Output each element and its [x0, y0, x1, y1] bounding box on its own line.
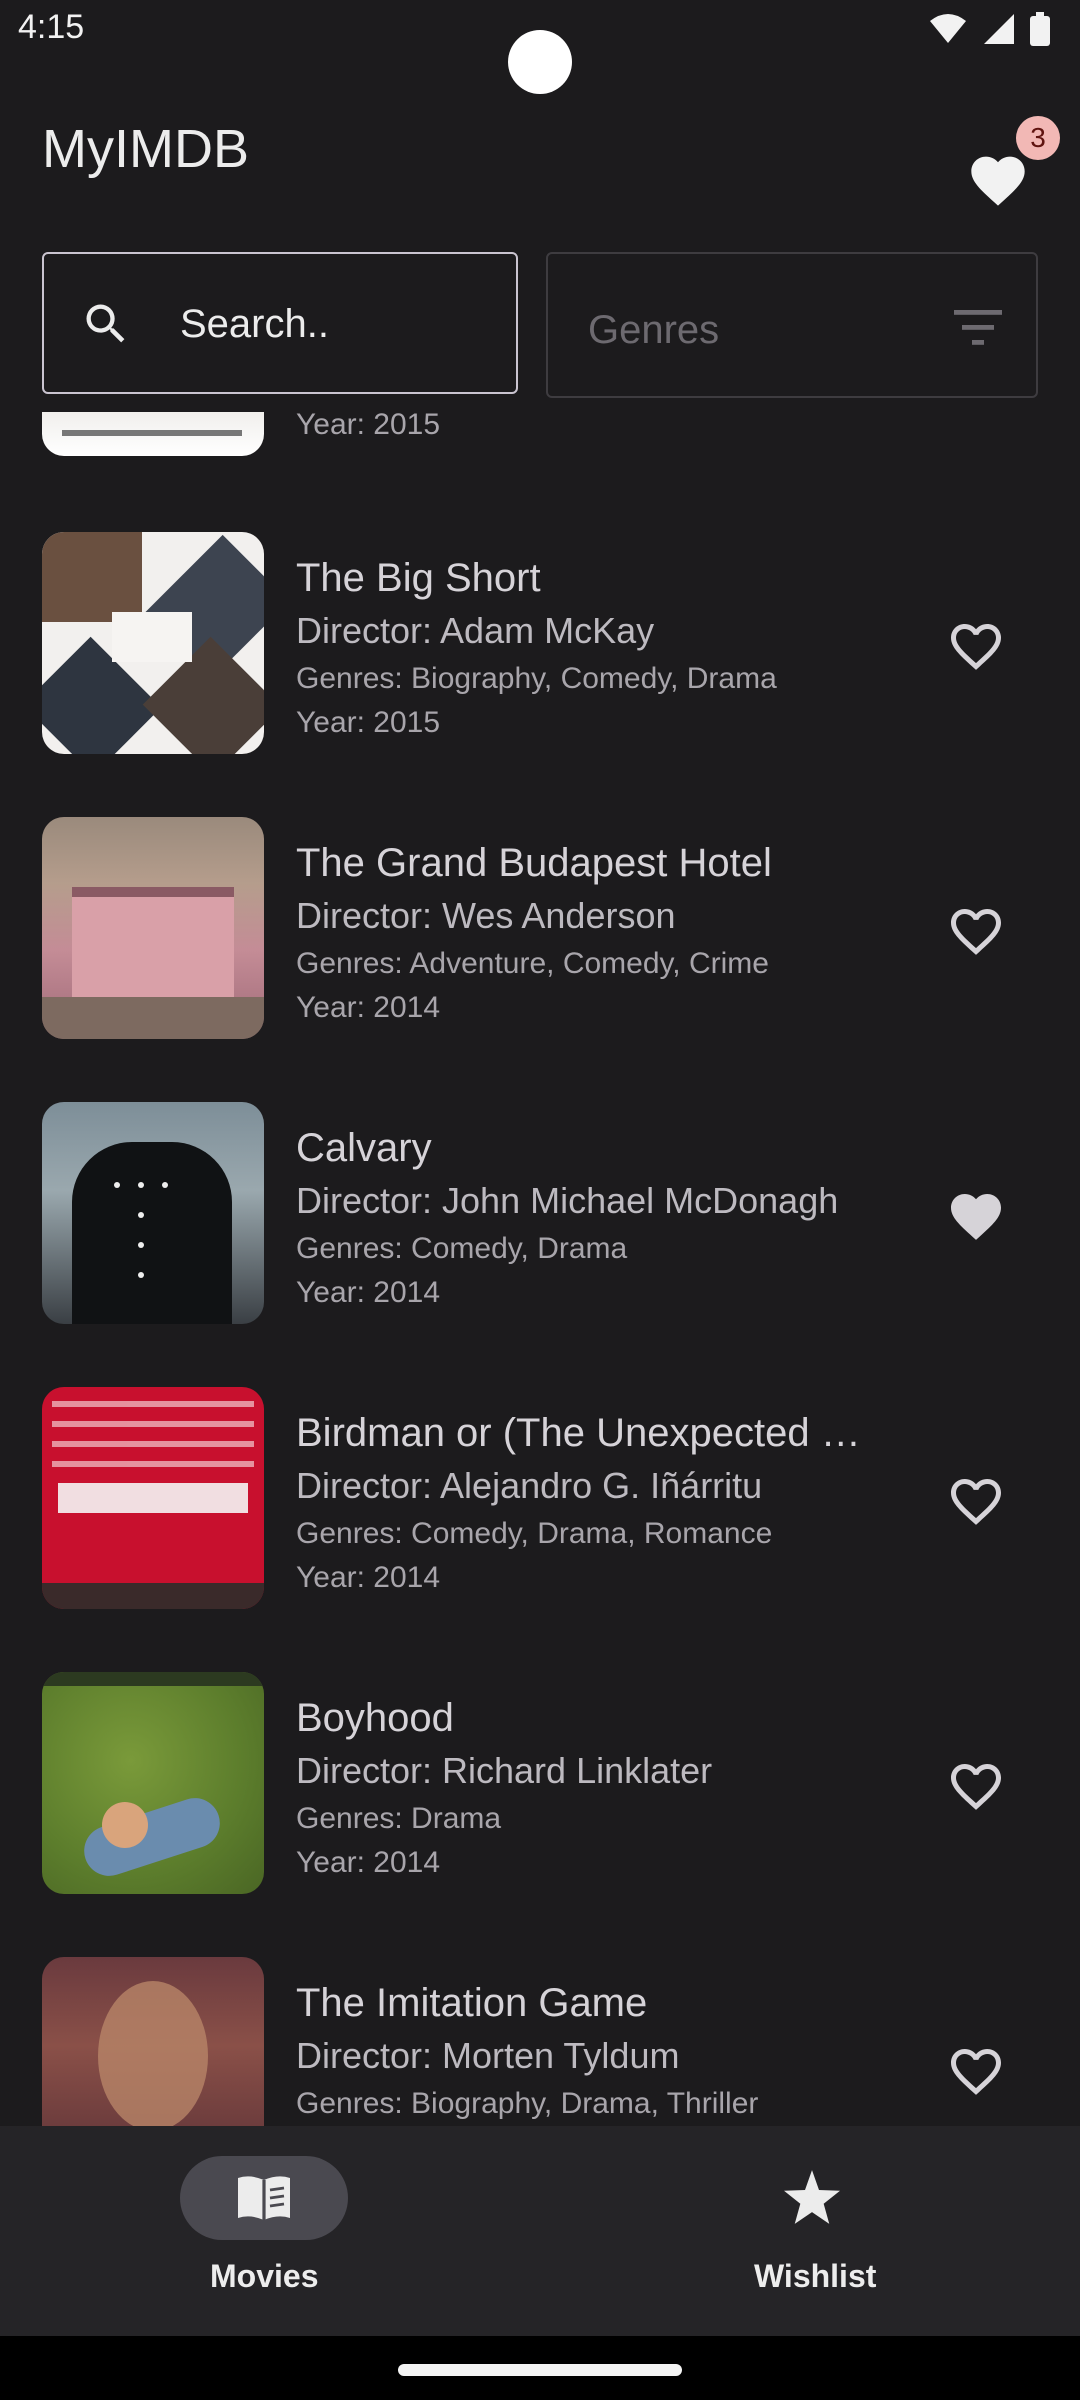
movie-director: Director: Morten Tyldum — [296, 2035, 680, 2076]
search-placeholder: Search.. — [180, 302, 329, 346]
heart-outline-icon[interactable] — [946, 2041, 1006, 2097]
movie-poster — [42, 1957, 264, 2126]
movie-director: Director: Adam McKay — [296, 610, 655, 651]
app-title: MyIMDB — [42, 119, 249, 179]
movie-director: Director: Richard Linklater — [296, 1750, 713, 1791]
genres-filter-label: Genres — [588, 308, 720, 352]
star-icon — [784, 2170, 840, 2224]
movie-title: The Imitation Game — [296, 1981, 648, 2025]
movie-list-item-partial[interactable]: Year: 2015 — [0, 412, 1080, 458]
status-bar: 4:15 — [0, 0, 1080, 94]
camera-cutout — [508, 30, 572, 94]
heart-outline-icon[interactable] — [946, 901, 1006, 957]
movie-title: Boyhood — [296, 1696, 454, 1740]
movie-poster — [42, 1102, 264, 1324]
movie-year: Year: 2014 — [296, 1276, 441, 1309]
movie-list-item[interactable]: The Imitation Game Director: Morten Tyld… — [0, 1957, 1080, 2126]
nav-label-movies: Movies — [210, 2258, 319, 2294]
movie-list-item[interactable]: Birdman or (The Unexpected … Director: A… — [0, 1387, 1080, 1611]
movie-genres: Genres: Adventure, Comedy, Crime — [296, 947, 769, 980]
battery-icon — [1030, 12, 1050, 46]
heart-filled-icon[interactable] — [946, 1186, 1006, 1242]
book-icon — [238, 2176, 290, 2220]
status-icons — [928, 12, 1050, 46]
movie-poster — [42, 817, 264, 1039]
movie-title: The Grand Budapest Hotel — [296, 841, 772, 885]
filter-icon — [954, 310, 1002, 345]
movie-genres: Genres: Comedy, Drama — [296, 1232, 628, 1265]
movie-list-item[interactable]: The Grand Budapest Hotel Director: Wes A… — [0, 817, 1080, 1041]
nav-item-movies[interactable]: Movies — [0, 2126, 540, 2336]
favorites-button[interactable] — [966, 148, 1030, 208]
heart-outline-icon[interactable] — [946, 1756, 1006, 1812]
wifi-icon — [930, 14, 966, 43]
gesture-handle[interactable] — [398, 2364, 682, 2376]
movie-year: Year: 2014 — [296, 1561, 441, 1594]
search-input[interactable]: Search.. — [42, 252, 518, 394]
movie-director: Director: John Michael McDonagh — [296, 1180, 839, 1221]
favorites-count-badge: 3 — [1016, 116, 1060, 160]
movie-genres: Genres: Biography, Drama, Thriller — [296, 2087, 759, 2120]
movie-list[interactable]: Year: 2015 The Big Short Director: Adam … — [0, 412, 1080, 2126]
movie-title: The Big Short — [296, 556, 541, 600]
movie-director: Director: Wes Anderson — [296, 895, 676, 936]
heart-outline-icon[interactable] — [946, 616, 1006, 672]
movie-poster — [42, 412, 264, 456]
movie-genres: Genres: Drama — [296, 1802, 502, 1835]
search-icon — [86, 304, 125, 343]
movie-year: Year: 2014 — [296, 1846, 441, 1879]
movie-list-item[interactable]: Calvary Director: John Michael McDonagh … — [0, 1102, 1080, 1326]
genres-filter-dropdown[interactable]: Genres — [546, 252, 1038, 398]
heart-filled-icon — [971, 156, 1025, 206]
status-time: 4:15 — [18, 8, 85, 46]
gesture-navigation-bar — [0, 2336, 1080, 2400]
movie-list-item[interactable]: The Big Short Director: Adam McKay Genre… — [0, 532, 1080, 756]
nav-active-indicator — [180, 2156, 348, 2240]
cellular-icon — [984, 14, 1014, 44]
movie-director: Director: Alejandro G. Iñárritu — [296, 1465, 763, 1506]
movie-title: Calvary — [296, 1126, 432, 1170]
movie-list-item[interactable]: Boyhood Director: Richard Linklater Genr… — [0, 1672, 1080, 1896]
nav-label-wishlist: Wishlist — [754, 2258, 877, 2294]
bottom-navigation: Movies Wishlist — [0, 2126, 1080, 2336]
movie-year: Year: 2014 — [296, 991, 441, 1024]
movie-title: Birdman or (The Unexpected … — [296, 1411, 861, 1455]
movie-poster — [42, 1387, 264, 1609]
movie-genres: Genres: Comedy, Drama, Romance — [296, 1517, 773, 1550]
nav-item-wishlist[interactable]: Wishlist — [540, 2126, 1080, 2336]
movie-poster — [42, 532, 264, 754]
movie-poster — [42, 1672, 264, 1894]
heart-outline-icon[interactable] — [946, 1471, 1006, 1527]
movie-year: Year: 2015 — [296, 412, 441, 441]
movie-genres: Genres: Biography, Comedy, Drama — [296, 662, 777, 695]
movie-year: Year: 2015 — [296, 706, 441, 739]
